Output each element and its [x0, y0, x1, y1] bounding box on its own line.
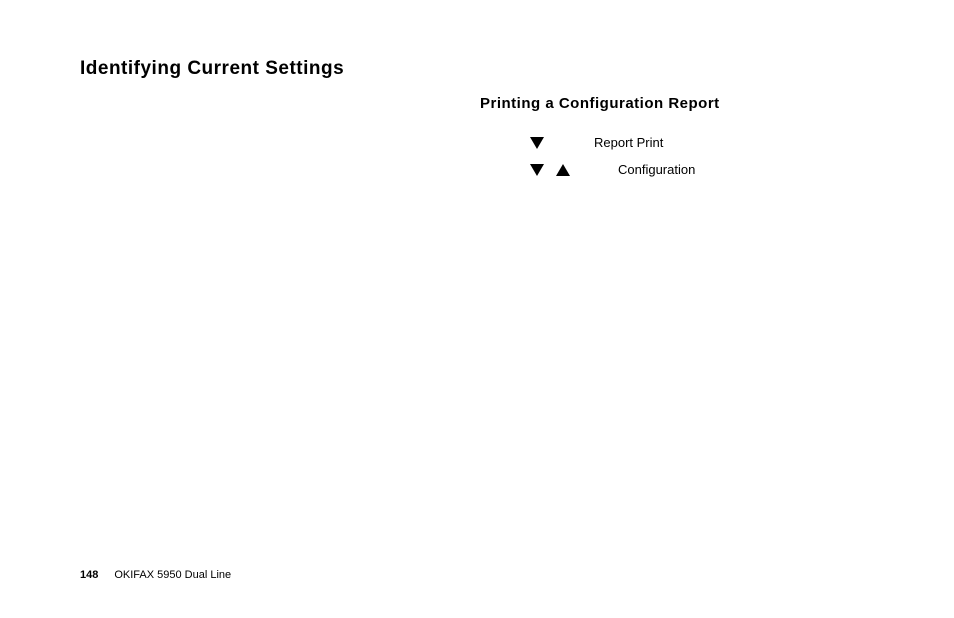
triangle-down-icon — [530, 164, 544, 176]
page-title: Identifying Current Settings — [80, 58, 344, 80]
triangle-down-icon — [530, 137, 544, 149]
nav-step-1-label: Report Print — [594, 135, 663, 150]
triangle-up-icon — [556, 164, 570, 176]
nav-step-1: Report Print — [530, 135, 663, 150]
footer-product-name: OKIFAX 5950 Dual Line — [114, 569, 231, 581]
nav-step-2: Configuration — [530, 162, 695, 177]
section-title: Printing a Configuration Report — [480, 95, 720, 112]
nav-step-2-label: Configuration — [618, 162, 695, 177]
nav-step-2-icons — [530, 164, 570, 176]
page-footer: 148 OKIFAX 5950 Dual Line — [80, 569, 231, 581]
page-number: 148 — [80, 569, 98, 581]
